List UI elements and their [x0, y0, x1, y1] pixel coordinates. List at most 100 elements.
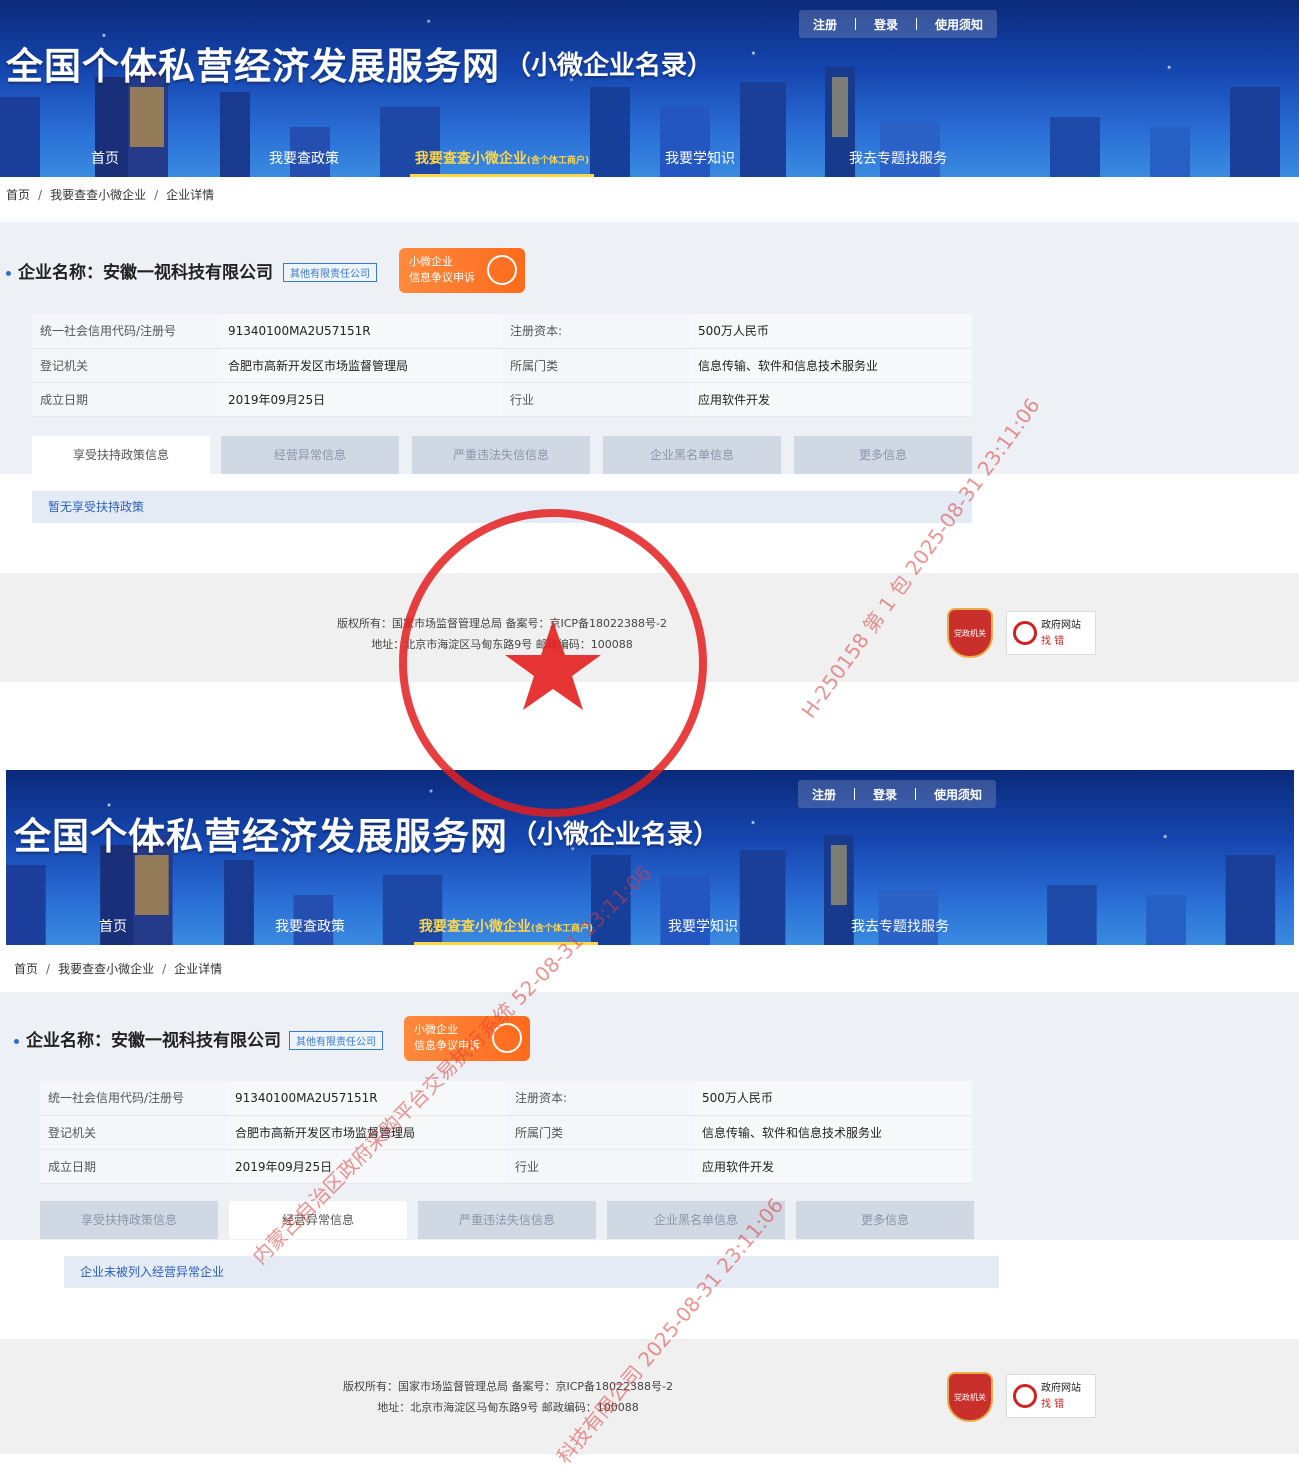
category-label: 所属门类 [507, 1115, 694, 1150]
company-type-badge: 其他有限责任公司 [289, 1031, 383, 1050]
auth-links: 注册 登录 使用须知 [798, 10, 997, 38]
dispute-appeal-button[interactable]: 小微企业 信息争议申诉 [404, 1016, 530, 1061]
nav-topic-service[interactable]: 我去专题找服务 [840, 141, 956, 177]
nav-search-enterprise-suffix: (含个体工商户) [530, 924, 594, 934]
nav-home[interactable]: 首页 [60, 141, 150, 177]
gov-line2: 找 错 [1041, 636, 1065, 647]
tab-abnormal-operation[interactable]: 经营异常信息 [221, 436, 399, 474]
tab-support-policy[interactable]: 享受扶持政策信息 [32, 436, 210, 474]
credit-code-label: 统一社会信用代码/注册号 [40, 1081, 227, 1116]
tab-content-message: 企业未被列入经营异常企业 [64, 1256, 999, 1288]
company-name-label: 企业名称： [26, 1031, 111, 1051]
authority-value: 合肥市高新开发区市场监督管理局 [220, 348, 502, 383]
company-type-badge: 其他有限责任公司 [283, 263, 377, 282]
info-tabs: 享受扶持政策信息 经营异常信息 严重违法失信信息 企业黑名单信息 更多信息 [40, 1201, 1000, 1239]
nav-knowledge[interactable]: 我要学知识 [650, 141, 750, 177]
tab-more-info[interactable]: 更多信息 [794, 436, 972, 474]
tab-blacklist[interactable]: 企业黑名单信息 [607, 1201, 785, 1239]
magnifier-icon [1013, 621, 1037, 645]
company-name: 安徽一视科技有限公司 [111, 1031, 281, 1051]
nav-search-enterprise-suffix: (含个体工商户) [526, 156, 590, 166]
breadcrumb-search[interactable]: 我要查查小微企业 [50, 188, 146, 202]
breadcrumb: 首页 / 我要查查小微企业 / 企业详情 [14, 962, 223, 976]
gov-website-error-report-link[interactable]: 政府网站 找 错 [1006, 1374, 1096, 1418]
gov-line2: 找 错 [1041, 1399, 1065, 1410]
nav-policy[interactable]: 我要查政策 [256, 909, 364, 945]
usage-notice-link[interactable]: 使用须知 [935, 16, 983, 33]
authority-label: 登记机关 [32, 348, 220, 383]
founded-value: 2019年09月25日 [227, 1149, 507, 1184]
magnifier-icon [1013, 1384, 1037, 1408]
founded-label: 成立日期 [40, 1149, 227, 1184]
register-link[interactable]: 注册 [813, 16, 837, 33]
category-value: 信息传输、软件和信息技术服务业 [694, 1115, 972, 1150]
main-nav: 首页 我要查政策 我要查查小微企业(含个体工商户) 我要学知识 我去专题找服务 [6, 909, 1294, 945]
dispute-appeal-button[interactable]: 小微企业 信息争议申诉 [399, 248, 525, 293]
breadcrumb-search[interactable]: 我要查查小微企业 [58, 962, 154, 976]
industry-label: 行业 [507, 1149, 694, 1184]
category-value: 信息传输、软件和信息技术服务业 [690, 348, 972, 383]
authority-label: 登记机关 [40, 1115, 227, 1150]
site-banner: 注册 登录 使用须知 全国个体私营经济发展服务网 （小微企业名录） 首页 我要查… [0, 0, 1299, 177]
login-link[interactable]: 登录 [873, 786, 897, 803]
headset-icon [492, 1023, 522, 1053]
nav-policy[interactable]: 我要查政策 [250, 141, 358, 177]
capital-value: 500万人民币 [690, 314, 972, 349]
credit-code-label: 统一社会信用代码/注册号 [32, 314, 220, 349]
nav-search-enterprise-label: 我要查查小微企业 [414, 151, 527, 167]
site-footer: 版权所有：国家市场监督管理总局 备案号：京ICP备18022388号-2 地址：… [0, 1339, 1299, 1454]
screenshot-policy-tab: 注册 登录 使用须知 全国个体私营经济发展服务网 （小微企业名录） 首页 我要查… [0, 0, 1299, 690]
capital-label: 注册资本: [507, 1081, 694, 1116]
company-info-table: 统一社会信用代码/注册号 91340100MA2U57151R 注册资本: 50… [40, 1081, 972, 1184]
headset-icon [487, 255, 517, 285]
breadcrumb-home[interactable]: 首页 [6, 188, 30, 202]
breadcrumb-current: 企业详情 [174, 962, 223, 976]
industry-value: 应用软件开发 [694, 1149, 972, 1184]
footer-copyright: 版权所有：国家市场监督管理总局 备案号：京ICP备18022388号-2 [342, 1380, 673, 1393]
site-footer: 版权所有：国家市场监督管理总局 备案号：京ICP备18022388号-2 地址：… [0, 573, 1299, 682]
nav-search-enterprise[interactable]: 我要查查小微企业(含个体工商户) [414, 909, 598, 945]
breadcrumb: 首页 / 我要查查小微企业 / 企业详情 [6, 188, 215, 202]
screenshot-abnormal-tab: 注册 登录 使用须知 全国个体私营经济发展服务网 （小微企业名录） 首页 我要查… [0, 770, 1299, 1454]
company-name-label: 企业名称： [18, 263, 103, 283]
category-label: 所属门类 [502, 348, 690, 383]
industry-label: 行业 [502, 382, 690, 417]
party-gov-emblem-icon[interactable]: 党政机关 [947, 608, 993, 658]
nav-search-enterprise[interactable]: 我要查查小微企业(含个体工商户) [410, 141, 594, 177]
auth-links: 注册 登录 使用须知 [797, 780, 996, 808]
nav-knowledge[interactable]: 我要学知识 [653, 909, 753, 945]
founded-label: 成立日期 [32, 382, 220, 417]
credit-code-value: 91340100MA2U57151R [220, 314, 502, 349]
nav-home[interactable]: 首页 [68, 909, 158, 945]
register-link[interactable]: 注册 [812, 786, 836, 803]
usage-notice-link[interactable]: 使用须知 [934, 786, 982, 803]
tab-content-message: 暂无享受扶持政策 [32, 491, 972, 523]
main-nav: 首页 我要查政策 我要查查小微企业(含个体工商户) 我要学知识 我去专题找服务 [0, 141, 1299, 177]
tab-support-policy[interactable]: 享受扶持政策信息 [40, 1201, 218, 1239]
tab-serious-violation[interactable]: 严重违法失信信息 [418, 1201, 596, 1239]
gov-website-error-report-link[interactable]: 政府网站 找 错 [1006, 611, 1096, 655]
footer-address: 地址：北京市海淀区马甸东路9号 邮政编码：100088 [377, 1401, 639, 1414]
company-name-heading: 企业名称：安徽一视科技有限公司 [14, 1026, 281, 1051]
info-tabs: 享受扶持政策信息 经营异常信息 严重违法失信信息 企业黑名单信息 更多信息 [32, 436, 992, 474]
tab-more-info[interactable]: 更多信息 [796, 1201, 974, 1239]
nav-topic-service[interactable]: 我去专题找服务 [842, 909, 958, 945]
breadcrumb-current: 企业详情 [166, 188, 215, 202]
founded-value: 2019年09月25日 [220, 382, 502, 417]
credit-code-value: 91340100MA2U57151R [227, 1081, 507, 1116]
breadcrumb-home[interactable]: 首页 [14, 962, 38, 976]
tab-abnormal-operation[interactable]: 经营异常信息 [229, 1201, 407, 1239]
site-title: 全国个体私营经济发展服务网 [14, 815, 508, 858]
authority-value: 合肥市高新开发区市场监督管理局 [227, 1115, 507, 1150]
party-gov-emblem-icon[interactable]: 党政机关 [947, 1372, 993, 1422]
tab-serious-violation[interactable]: 严重违法失信信息 [412, 436, 590, 474]
site-subtitle: （小微企业名录） [511, 820, 720, 850]
tab-blacklist[interactable]: 企业黑名单信息 [603, 436, 781, 474]
site-subtitle: （小微企业名录） [505, 51, 714, 81]
industry-value: 应用软件开发 [690, 382, 972, 417]
login-link[interactable]: 登录 [874, 16, 898, 33]
capital-value: 500万人民币 [694, 1081, 972, 1116]
gov-line1: 政府网站 [1041, 1383, 1081, 1394]
nav-search-enterprise-label: 我要查查小微企业 [418, 919, 531, 935]
footer-copyright: 版权所有：国家市场监督管理总局 备案号：京ICP备18022388号-2 [336, 617, 667, 630]
